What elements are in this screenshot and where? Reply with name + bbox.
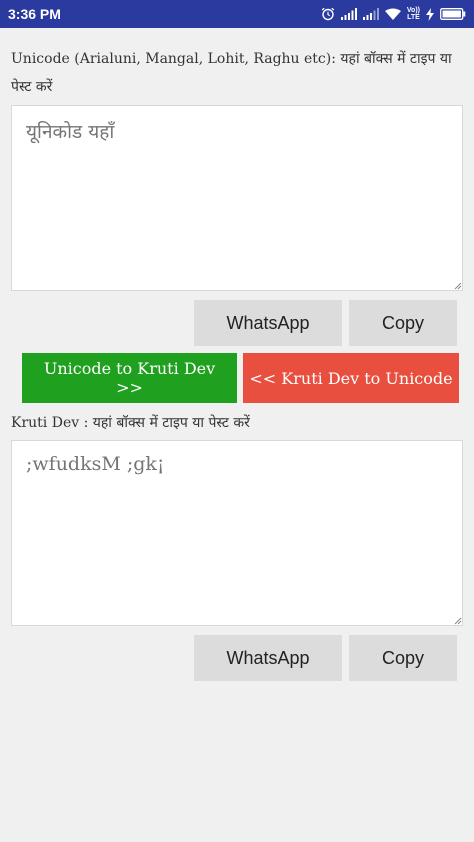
volte-label: Vo)) (406, 7, 420, 14)
resize-grip-icon[interactable] (454, 282, 462, 290)
unicode-to-kruti-button[interactable]: Unicode to Kruti Dev >> (22, 353, 237, 403)
wifi-icon (384, 8, 401, 20)
volte-icon: Vo)) LTE (407, 7, 420, 21)
kruti-label: Kruti Dev : यहां बॉक्स में टाइप या पेस्ट… (11, 415, 250, 431)
status-time: 3:36 PM (8, 6, 61, 22)
unicode-whatsapp-button[interactable]: WhatsApp (194, 300, 342, 346)
kruti-input[interactable] (11, 440, 463, 626)
alarm-icon (321, 7, 335, 21)
status-bar: 3:36 PM Vo)) LTE (0, 0, 474, 28)
kruti-whatsapp-button[interactable]: WhatsApp (194, 635, 342, 681)
resize-grip-icon[interactable] (454, 617, 462, 625)
battery-icon (440, 8, 466, 20)
lte-label: LTE (407, 14, 420, 21)
kruti-copy-button[interactable]: Copy (349, 635, 457, 681)
unicode-input[interactable] (11, 105, 463, 291)
status-icons: Vo)) LTE (321, 7, 466, 21)
unicode-label: Unicode (Arialuni, Mangal, Lohit, Raghu … (11, 51, 452, 95)
unicode-copy-button[interactable]: Copy (349, 300, 457, 346)
kruti-to-unicode-button[interactable]: << Kruti Dev to Unicode (243, 353, 459, 403)
charging-bolt-icon (426, 7, 434, 21)
signal-icon (362, 8, 379, 20)
signal-icon (340, 8, 357, 20)
